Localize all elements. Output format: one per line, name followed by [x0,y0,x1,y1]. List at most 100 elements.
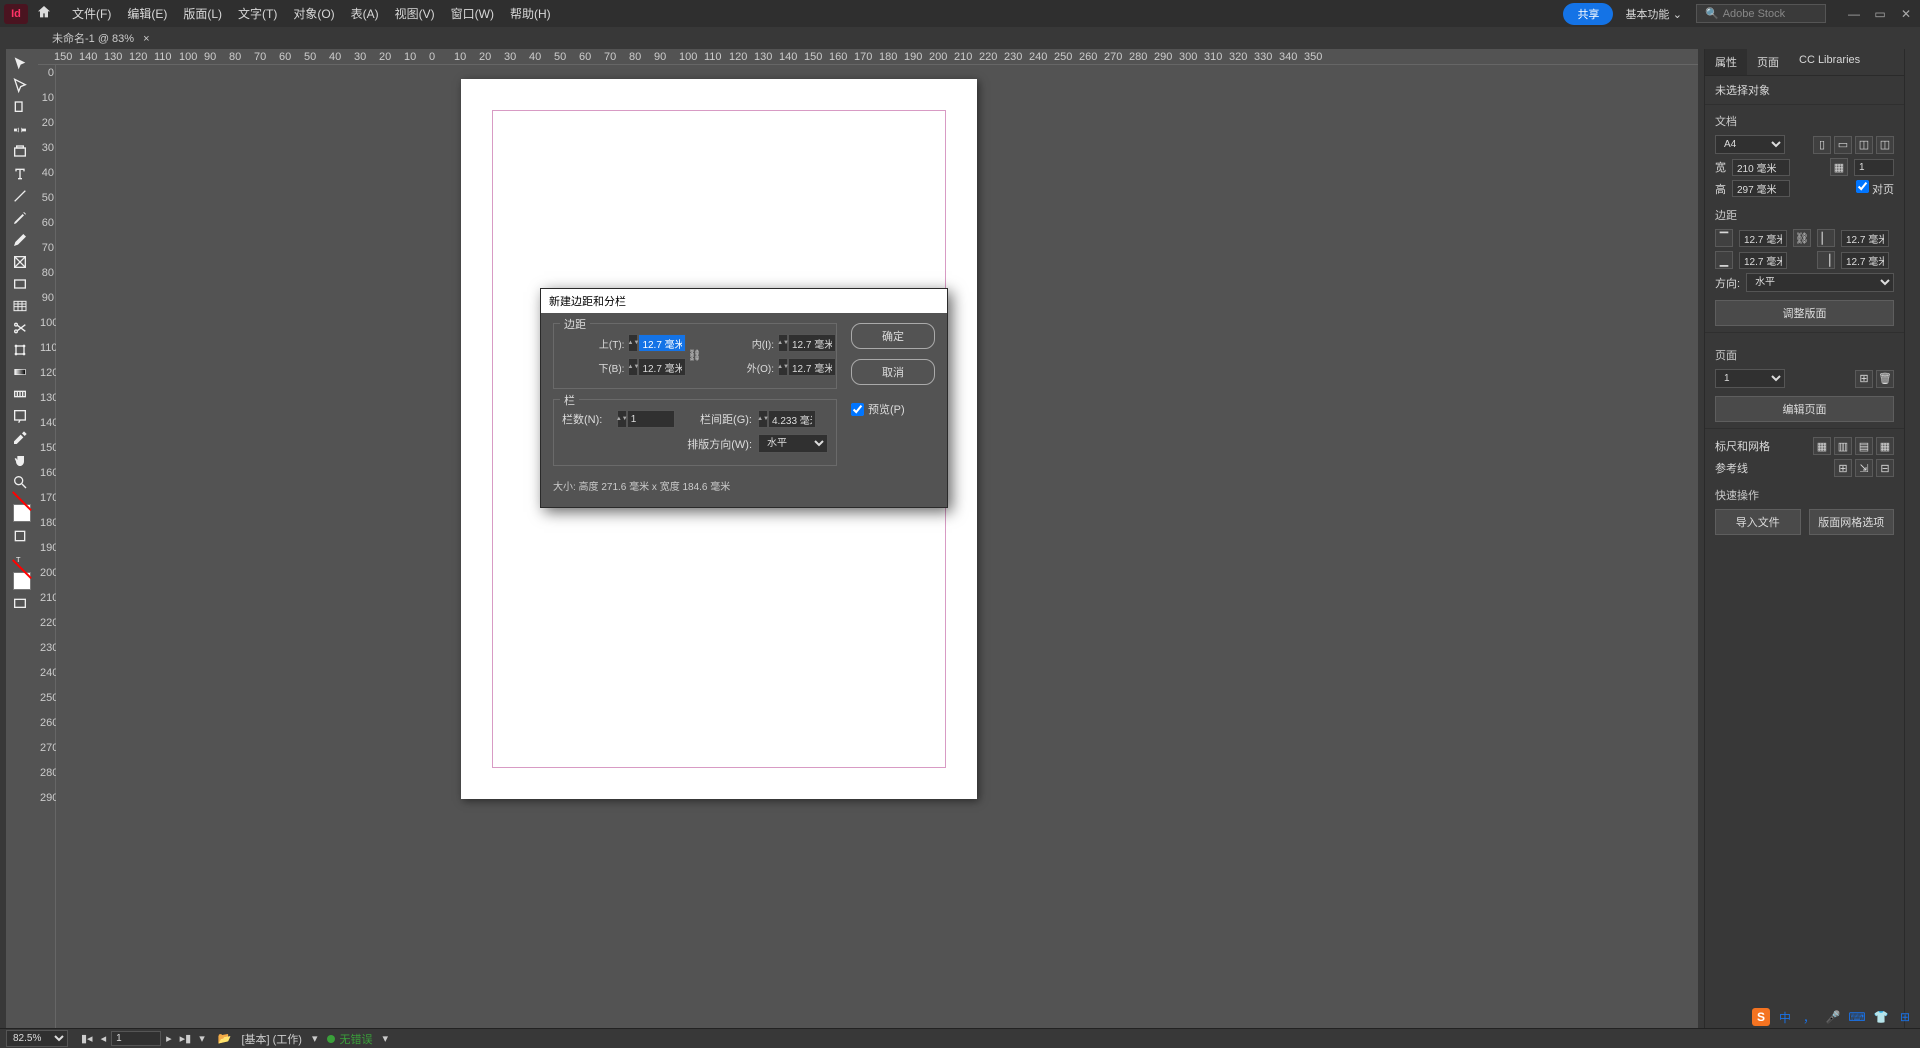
dlg-top-input[interactable] [638,334,686,352]
guide-icon-1[interactable]: ⊞ [1834,459,1852,477]
first-page-icon[interactable]: ▮◂ [78,1032,96,1045]
spinner-icon[interactable]: ▲▼ [778,334,788,352]
margin-left-input[interactable] [1841,230,1889,247]
orientation-landscape-icon[interactable]: ▭ [1834,136,1852,154]
free-transform-tool[interactable] [6,339,34,361]
tab-cclibraries[interactable]: CC Libraries [1789,49,1870,75]
share-button[interactable]: 共享 [1563,3,1613,25]
menu-table[interactable]: 表(A) [343,1,387,26]
import-file-button[interactable]: 导入文件 [1715,509,1801,535]
menu-text[interactable]: 文字(T) [230,1,285,26]
link-margins-icon[interactable]: ⛓ [1793,229,1811,247]
ime-keyboard-icon[interactable]: ⌨ [1848,1008,1866,1026]
margin-top-input[interactable] [1739,230,1787,247]
spinner-icon[interactable]: ▲▼ [778,358,788,376]
pencil-tool[interactable] [6,229,34,251]
grid-tool[interactable] [6,295,34,317]
edit-pages-button[interactable]: 编辑页面 [1715,396,1894,422]
orientation-select[interactable]: 水平 [1746,273,1894,292]
dlg-preview-checkbox[interactable] [851,403,864,416]
dlg-cancel-button[interactable]: 取消 [851,359,935,385]
page-number-input[interactable] [111,1031,161,1046]
ruler-horizontal[interactable]: 1501401301201101009080706050403020100102… [38,49,1698,65]
gradient-swatch-tool[interactable] [6,361,34,383]
new-page-icon[interactable]: ⊞ [1855,370,1873,388]
spinner-icon[interactable]: ▲▼ [628,334,638,352]
window-maximize[interactable]: ▭ [1870,7,1890,21]
dlg-inside-input[interactable] [788,334,836,352]
margin-right-input[interactable] [1841,252,1889,269]
grid-options-button[interactable]: 版面网格选项 [1809,509,1895,535]
ime-punct-icon[interactable]: ， [1800,1008,1818,1026]
dlg-gutter-input[interactable] [768,410,816,428]
guide-icon-3[interactable]: ⊟ [1876,459,1894,477]
guide-icon-2[interactable]: ⇲ [1855,459,1873,477]
direct-selection-tool[interactable] [6,75,34,97]
hand-tool[interactable] [6,449,34,471]
right-dock-strip[interactable] [1904,49,1920,1028]
width-input[interactable] [1732,159,1790,176]
goto-page-select[interactable]: 1 [1715,369,1785,388]
window-minimize[interactable]: — [1844,7,1864,21]
page-preset-select[interactable]: A4 [1715,135,1785,154]
gap-tool[interactable] [6,119,34,141]
screen-mode-icon[interactable] [6,593,34,615]
ruler-vertical[interactable]: 0102030405060708090100110120130140150160… [38,65,56,1028]
menu-file[interactable]: 文件(F) [64,1,119,26]
ruler-icon-1[interactable]: ▦ [1813,437,1831,455]
ime-lang-icon[interactable]: 中 [1776,1008,1794,1026]
page-dropdown-icon[interactable]: ▾ [196,1032,208,1045]
eyedropper-tool[interactable] [6,427,34,449]
adjust-layout-button[interactable]: 调整版面 [1715,300,1894,326]
dlg-outside-input[interactable] [788,358,836,376]
delete-page-icon[interactable]: 🗑 [1876,370,1894,388]
dlg-ok-button[interactable]: 确定 [851,323,935,349]
selection-tool[interactable] [6,53,34,75]
open-icon[interactable]: 📂 [218,1032,232,1045]
ime-skin-icon[interactable]: 👕 [1872,1008,1890,1026]
none-swatch[interactable] [13,572,31,590]
dlg-colcount-input[interactable] [627,410,675,428]
workspace-switcher[interactable]: 基本功能 ⌄ [1625,6,1682,22]
rectangle-frame-tool[interactable] [6,251,34,273]
zoom-tool[interactable] [6,471,34,493]
spinner-icon[interactable]: ▲▼ [758,410,768,428]
spinner-icon[interactable]: ▲▼ [617,410,627,428]
rectangle-tool[interactable] [6,273,34,295]
next-page-icon[interactable]: ▸ [163,1032,175,1045]
note-tool[interactable] [6,405,34,427]
menu-object[interactable]: 对象(O) [285,1,342,26]
menu-edit[interactable]: 编辑(E) [119,1,175,26]
zoom-select[interactable]: 82.5% [6,1030,68,1047]
type-tool[interactable] [6,163,34,185]
ime-mic-icon[interactable]: 🎤 [1824,1008,1842,1026]
close-tab-icon[interactable]: × [143,33,149,45]
ruler-icon-4[interactable]: ▦ [1876,437,1894,455]
prev-page-icon[interactable]: ◂ [98,1032,110,1045]
window-close[interactable]: ✕ [1896,7,1916,21]
error-dropdown-icon[interactable]: ▾ [382,1032,388,1045]
content-collector-tool[interactable] [6,141,34,163]
stock-search[interactable]: 🔍 Adobe Stock [1696,4,1826,23]
tab-properties[interactable]: 属性 [1705,49,1747,75]
dlg-bottom-input[interactable] [638,358,686,376]
pages-icon[interactable]: ▦ [1830,158,1848,176]
binding-ltr-icon[interactable]: ◫ [1855,136,1873,154]
margin-bottom-input[interactable] [1739,252,1787,269]
height-input[interactable] [1732,180,1790,197]
home-icon[interactable] [36,4,52,23]
ruler-icon-3[interactable]: ▤ [1855,437,1873,455]
menu-layout[interactable]: 版面(L) [175,1,230,26]
menu-help[interactable]: 帮助(H) [502,1,559,26]
last-page-icon[interactable]: ▸▮ [177,1032,195,1045]
facing-pages-checkbox[interactable] [1856,180,1869,193]
line-tool[interactable] [6,185,34,207]
ruler-icon-2[interactable]: ▥ [1834,437,1852,455]
canvas-viewport[interactable] [56,65,1698,1028]
binding-rtl-icon[interactable]: ◫ [1876,136,1894,154]
tab-pages[interactable]: 页面 [1747,49,1789,75]
spinner-icon[interactable]: ▲▼ [628,358,638,376]
orientation-portrait-icon[interactable]: ▯ [1813,136,1831,154]
fill-swatch[interactable] [13,504,31,522]
document-tab[interactable]: 未命名-1 @ 83% × [44,28,158,48]
